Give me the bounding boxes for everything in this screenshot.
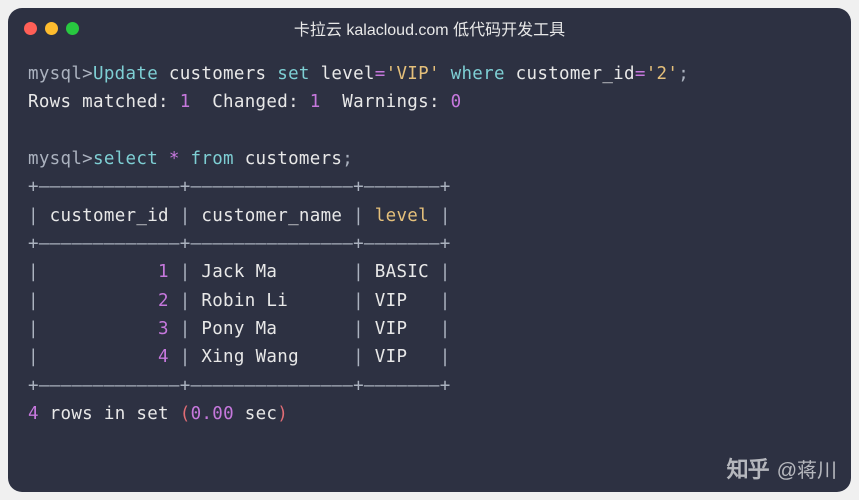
table-header-row: | customer_id | customer_name | level | xyxy=(28,202,831,230)
table-row: | 2 | Robin Li | VIP | xyxy=(28,287,831,315)
table-border-mid: +—————————————+———————————————+———————+ xyxy=(28,230,831,258)
col-header-name: customer_name xyxy=(191,206,354,226)
sec-label: sec xyxy=(234,404,277,424)
pipe: | xyxy=(28,206,39,226)
table-name: customers xyxy=(158,64,277,84)
kw-where: where xyxy=(440,64,505,84)
paren-close: ) xyxy=(277,404,288,424)
kw-from: from xyxy=(191,149,234,169)
val-vip: 'VIP' xyxy=(386,64,440,84)
cell-level: VIP xyxy=(375,291,429,311)
watermark: 知乎 @蒋川 xyxy=(727,452,837,484)
time-value: 0.00 xyxy=(191,404,234,424)
table-name: customers xyxy=(234,149,342,169)
watermark-author: @蒋川 xyxy=(777,454,837,483)
cell-name: Pony Ma xyxy=(201,319,342,339)
equals: = xyxy=(635,64,646,84)
pipe: | xyxy=(440,206,451,226)
cell-level: VIP xyxy=(375,347,429,367)
cell-name: Robin Li xyxy=(201,291,342,311)
semicolon: ; xyxy=(342,149,353,169)
sql-select-line: mysql>select * from customers; xyxy=(28,145,831,173)
kw-update: Update xyxy=(93,64,158,84)
paren-open: ( xyxy=(180,404,191,424)
changed-label: Changed: xyxy=(191,92,310,112)
cell-id: 2 xyxy=(50,291,169,311)
semicolon: ; xyxy=(678,64,689,84)
cell-name: Jack Ma xyxy=(201,262,342,282)
table-row: | 1 | Jack Ma | BASIC | xyxy=(28,258,831,286)
cell-level: VIP xyxy=(375,319,429,339)
prompt: mysql> xyxy=(28,149,93,169)
kw-set: set xyxy=(277,64,310,84)
pipe: | xyxy=(180,206,191,226)
window-title: 卡拉云 kalacloud.com 低代码开发工具 xyxy=(294,16,565,40)
terminal-window: 卡拉云 kalacloud.com 低代码开发工具 mysql>Update c… xyxy=(8,8,851,492)
titlebar: 卡拉云 kalacloud.com 低代码开发工具 xyxy=(8,8,851,48)
cell-name: Xing Wang xyxy=(201,347,342,367)
kw-select: select xyxy=(93,149,158,169)
cell-level: BASIC xyxy=(375,262,429,282)
traffic-lights xyxy=(24,22,79,35)
col-cid: customer_id xyxy=(505,64,635,84)
warnings-value: 0 xyxy=(451,92,462,112)
pipe: | xyxy=(353,206,364,226)
col-header-level: level xyxy=(375,206,429,226)
maximize-icon[interactable] xyxy=(66,22,79,35)
result-footer: 4 rows in set (0.00 sec) xyxy=(28,400,831,428)
row-count: 4 xyxy=(28,404,39,424)
table-row: | 4 | Xing Wang | VIP | xyxy=(28,343,831,371)
changed-value: 1 xyxy=(310,92,321,112)
warnings-label: Warnings: xyxy=(321,92,451,112)
prompt: mysql> xyxy=(28,64,93,84)
rows-matched-label: Rows matched: xyxy=(28,92,180,112)
val-2: '2' xyxy=(646,64,679,84)
table-body: | 1 | Jack Ma | BASIC || 2 | Robin Li | … xyxy=(28,258,831,371)
blank-line xyxy=(28,117,831,145)
close-icon[interactable] xyxy=(24,22,37,35)
rows-matched-value: 1 xyxy=(180,92,191,112)
cell-id: 1 xyxy=(50,262,169,282)
rows-in-set-label: rows in set xyxy=(39,404,180,424)
table-border-top: +—————————————+———————————————+———————+ xyxy=(28,173,831,201)
col-header-id: customer_id xyxy=(39,206,180,226)
table-row: | 3 | Pony Ma | VIP | xyxy=(28,315,831,343)
terminal-content[interactable]: mysql>Update customers set level='VIP' w… xyxy=(8,48,851,440)
sql-update-line: mysql>Update customers set level='VIP' w… xyxy=(28,60,831,88)
table-border-bottom: +—————————————+———————————————+———————+ xyxy=(28,372,831,400)
equals: = xyxy=(375,64,386,84)
cell-id: 3 xyxy=(50,319,169,339)
col-level: level xyxy=(310,64,375,84)
minimize-icon[interactable] xyxy=(45,22,58,35)
cell-id: 4 xyxy=(50,347,169,367)
update-result-line: Rows matched: 1 Changed: 1 Warnings: 0 xyxy=(28,88,831,116)
zhihu-logo: 知乎 xyxy=(727,452,769,484)
star: * xyxy=(158,149,191,169)
